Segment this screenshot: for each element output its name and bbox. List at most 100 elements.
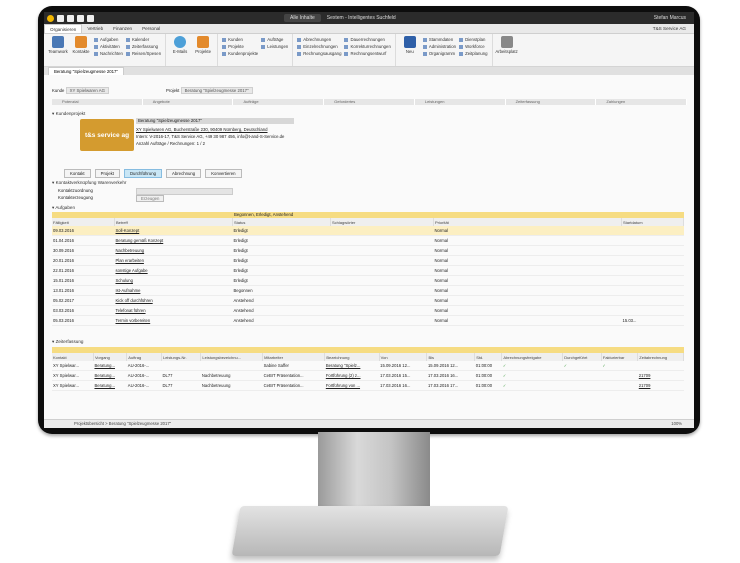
app-logo-icon[interactable] — [47, 14, 54, 22]
customer-address-link[interactable]: XY Spielwaren AG, Bucherstraße 230, 9040… — [136, 127, 268, 132]
zeit-col-header[interactable]: Leistungsbezeichnu... — [200, 353, 264, 361]
zeit-col-header[interactable]: Mitarbeiter — [262, 353, 326, 361]
aufgaben-row[interactable]: 13.01.2016 Ist-Aufnahme Begonnen Normal — [52, 285, 684, 296]
zeiterfassung-row[interactable]: XY Spielwar... Beratung... AU-2016-... DL77… — [52, 380, 684, 391]
zeit-col-header[interactable]: Kontakt — [52, 353, 94, 361]
smart-search-field[interactable]: Sextem - Intelligentes Suchfeld — [327, 15, 396, 21]
dauerrechnungen-button[interactable]: Dauerrechnungen — [344, 37, 390, 42]
aufgaben-button[interactable]: Aufgaben — [94, 37, 123, 42]
step-zeiterfassung[interactable]: Zeiterfassung — [505, 99, 597, 105]
neu-button[interactable]: Neu — [400, 36, 420, 64]
aufgaben-row[interactable]: 09.03.2016 Soll-Konzept Erledigt Normal — [52, 226, 684, 236]
kontakte-button[interactable]: Kontakte — [71, 36, 91, 64]
kalender-button[interactable]: Kalender — [126, 37, 161, 42]
kundenprojekt-section-header[interactable]: ▾ Kundenprojekt — [52, 111, 85, 117]
nachrichten-button[interactable]: Nachrichten — [94, 51, 123, 56]
durchfuehrung-button[interactable]: Durchführung — [123, 169, 162, 178]
stammdaten-button[interactable]: Stammdaten — [423, 37, 456, 42]
workforce-button[interactable]: Workforce — [459, 44, 487, 49]
home-icon[interactable] — [57, 14, 64, 22]
abrechnungen-button[interactable]: Abrechnungen — [297, 37, 341, 42]
aufgaben-row[interactable]: 01.04.2016 Beratung gemäß Konzept Erledigt… — [52, 235, 684, 246]
zeiterfassung-row[interactable]: XY Spielwar... Beratung... AU-2016-... DL77… — [52, 370, 684, 381]
auftraege-button[interactable]: Aufträge — [261, 37, 288, 42]
rechnungsausgang-button[interactable]: Rechnungsausgang — [297, 51, 341, 56]
status-path[interactable]: Projektübersicht > Beratung "Spielzeugme… — [74, 421, 171, 426]
aufgaben-row[interactable]: 03.03.2016 Telefonat führen Anstehend Norma… — [52, 305, 684, 316]
col-schlagwoerter[interactable]: Schlagwörter — [330, 218, 434, 226]
teamwork-button[interactable]: Teamwork — [48, 36, 68, 64]
abrechnung-button[interactable]: Abrechnung — [166, 169, 202, 178]
zeit-col-header[interactable]: Std. — [474, 353, 503, 361]
korrekturrechnungen-button[interactable]: Korrekturrechnungen — [344, 44, 390, 49]
verknuepfung-section-header[interactable]: ▾ Kontaktverknüpfung Warenverkehr — [52, 180, 126, 186]
tab-finanzen[interactable]: Finanzen — [108, 24, 137, 33]
save-icon[interactable] — [67, 14, 74, 22]
tab-personal[interactable]: Personal — [137, 24, 165, 33]
aufgaben-cell: 05.02.2017 — [53, 298, 74, 303]
step-potenzial[interactable]: Potenzial — [52, 99, 143, 105]
konvertieren-button[interactable]: Konvertieren — [205, 169, 242, 178]
aufgaben-row[interactable]: 20.01.2016 Plan erarbeiten Erledigt Normal — [52, 255, 684, 266]
aufgaben-section-header[interactable]: ▾ Aufgaben — [52, 205, 75, 211]
zeit-cell: ✓ — [502, 373, 507, 378]
zeit-col-header[interactable]: Durchgeführt — [562, 353, 602, 361]
aufgaben-row[interactable]: 30.09.2016 Nachbetreuung Erledigt Normal — [52, 245, 684, 256]
zeit-col-header[interactable]: Von — [379, 353, 428, 361]
zeit-col-header[interactable]: Bis — [426, 353, 476, 361]
zeit-col-header[interactable]: Vorgang — [93, 353, 128, 361]
kunde-field[interactable]: XY Spielwaren AG — [65, 87, 109, 94]
document-tab[interactable]: Beratung "Spielzeugmesse 2017" — [48, 67, 124, 75]
einzelrechnungen-button[interactable]: Einzelrechnungen — [297, 44, 341, 49]
zeit-col-header[interactable]: Bezeichnung — [324, 353, 380, 361]
zeit-col-header[interactable]: Abrechnungsfreigabe — [501, 353, 564, 361]
kontaktzuordnung-select[interactable] — [136, 188, 233, 195]
step-auftraege[interactable]: Aufträge — [233, 99, 325, 105]
projekte-small-button[interactable]: Projekte — [222, 44, 258, 49]
erzeugen-button[interactable]: Erzeugen — [136, 195, 165, 202]
step-gefordertes[interactable]: Gefordertes — [324, 99, 415, 105]
search-scope-select[interactable]: Alle Inhalte — [284, 14, 321, 22]
kontakt-button[interactable]: Kontakt — [64, 169, 91, 178]
organigramm-button[interactable]: Organigramm — [423, 51, 456, 56]
dienstplan-button[interactable]: Dienstplan — [459, 37, 487, 42]
projekt-field[interactable]: Beratung "Spielzeugmesse 2017" — [180, 87, 253, 94]
aufgaben-row[interactable]: 05.02.2017 Kick off durchführen Anstehend N… — [52, 295, 684, 306]
arbeitsplatz-button[interactable]: Arbeitsplatz — [495, 36, 518, 64]
rechnungsentwurf-button[interactable]: Rechnungsentwurf — [344, 51, 390, 56]
kundenprojekte-button[interactable]: Kundenprojekte — [222, 51, 258, 56]
zeit-col-header[interactable]: Auftrag — [126, 353, 162, 361]
aufgaben-row[interactable]: 05.03.2016 Termin vorbereiten Anstehend Nor… — [52, 315, 684, 326]
zeiterfassung-button[interactable]: Zeiterfassung — [126, 44, 161, 49]
reisen-button[interactable]: Reisen/Spesen — [126, 51, 161, 56]
zeit-col-header[interactable]: Zeitabrechnung — [637, 353, 684, 361]
col-prioritaet[interactable]: Priorität — [433, 218, 622, 226]
col-faelligkeit[interactable]: Fälligkeit — [52, 218, 115, 226]
close-doc-icon[interactable] — [87, 14, 94, 22]
projekte-button[interactable]: Projekte — [193, 36, 213, 64]
administration-button[interactable]: Administration — [423, 44, 456, 49]
projekt-button[interactable]: Projekt — [94, 169, 120, 178]
step-zahlungen[interactable]: Zahlungen — [596, 99, 688, 105]
tab-vertrieb[interactable]: Vertrieb — [82, 24, 108, 33]
tab-organisieren[interactable]: Organisieren — [44, 24, 83, 33]
user-name[interactable]: Stefan Marcus — [654, 15, 686, 21]
zoom-level[interactable]: 100% — [671, 421, 682, 426]
step-angebote[interactable]: Angebote — [142, 99, 234, 105]
zeitplanung-button[interactable]: Zeitplanung — [459, 51, 487, 56]
col-status[interactable]: Status — [232, 218, 331, 226]
zeit-col-header[interactable]: Fakturierbar — [601, 353, 639, 361]
zeiterfassung-section-header[interactable]: ▾ Zeiterfassung — [52, 339, 83, 345]
leistungen-button[interactable]: Leistungen — [261, 44, 288, 49]
aufgaben-row[interactable]: 15.01.2016 Schulung Erledigt Normal — [52, 275, 684, 286]
col-startdatum[interactable]: Startdatum — [621, 218, 684, 226]
col-betreff[interactable]: Betreff — [114, 218, 233, 226]
aktivitaeten-button[interactable]: Aktivitäten — [94, 44, 123, 49]
zeit-col-header[interactable]: Leistungs-Nr. — [161, 353, 202, 361]
print-icon[interactable] — [77, 14, 84, 22]
step-leistungen[interactable]: Leistungen — [414, 99, 506, 105]
kunden-button[interactable]: Kunden — [222, 37, 258, 42]
zeiterfassung-row[interactable]: XY Spielwar... Beratung... AU-2016-... Sabi… — [52, 361, 684, 371]
emails-button[interactable]: E-Mails — [170, 36, 190, 64]
aufgaben-row[interactable]: 22.01.2016 sonstige Aufgabe Erledigt Normal — [52, 265, 684, 276]
